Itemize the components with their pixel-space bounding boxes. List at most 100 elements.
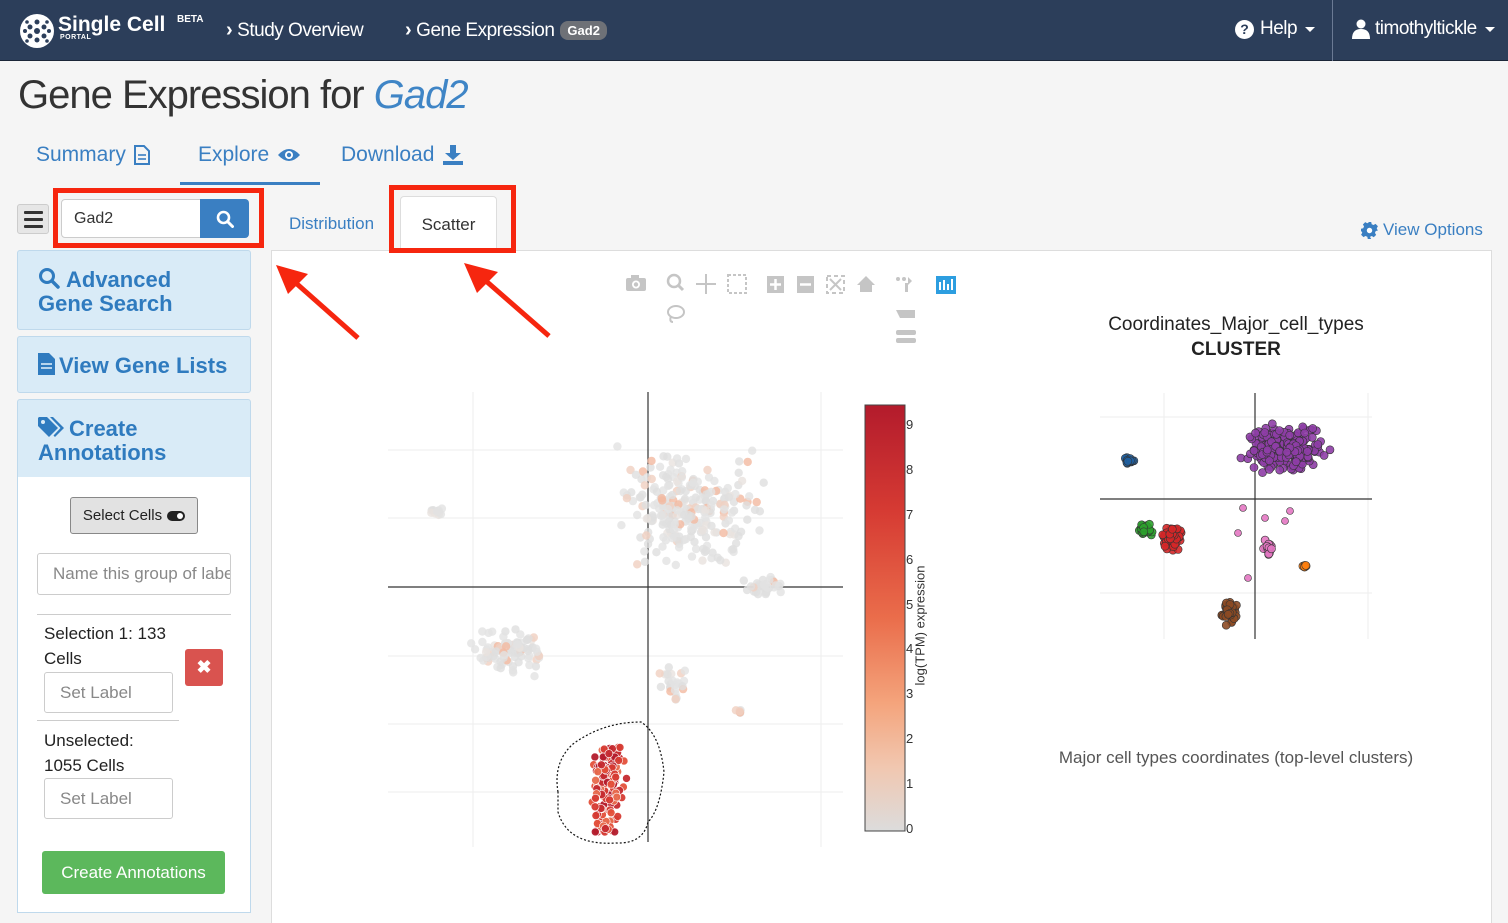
expression-point — [642, 514, 651, 523]
cluster-plot-subtitle: CLUSTER — [1191, 339, 1281, 360]
cluster-scatter-plot[interactable] — [1100, 393, 1372, 639]
tab-download[interactable]: Download — [341, 143, 464, 167]
expression-point — [612, 792, 622, 802]
expression-point — [676, 486, 685, 496]
expression-point — [604, 749, 614, 758]
expression-point — [727, 508, 737, 517]
expression-point — [476, 653, 485, 663]
scatter-tab-highlight-box — [389, 185, 516, 253]
expression-point — [491, 647, 501, 656]
expression-point — [496, 664, 505, 673]
expression-point — [615, 743, 625, 752]
expression-point — [716, 556, 725, 565]
view-options-button[interactable]: View Options — [1361, 220, 1483, 240]
cluster-point — [1260, 428, 1270, 437]
home-icon[interactable] — [857, 276, 875, 292]
selection-1-line-1: Selection 1: 133 — [44, 624, 166, 643]
expression-point — [698, 526, 707, 535]
colorbar-tick-label: 7 — [906, 506, 914, 522]
brand[interactable]: Single Cell PORTAL BETA — [18, 12, 203, 50]
view-gene-lists-panel[interactable]: View Gene Lists — [17, 336, 251, 393]
group-name-input[interactable] — [37, 553, 231, 595]
create-annotations-panel[interactable]: Create Annotations — [17, 399, 251, 478]
expression-point — [658, 542, 667, 551]
toggle-icon — [167, 510, 186, 521]
download-icon — [443, 145, 464, 165]
expression-point — [729, 544, 738, 554]
lasso-icon[interactable] — [667, 305, 685, 323]
selection-1-label-input[interactable] — [44, 672, 173, 713]
cluster-point — [1275, 426, 1284, 435]
expression-point — [622, 494, 632, 503]
unselected-label-input[interactable] — [44, 778, 173, 819]
unselected-line-1: Unselected: — [44, 731, 134, 750]
expression-scatter-plot[interactable] — [388, 392, 848, 847]
expression-point — [750, 505, 760, 515]
expression-point — [605, 795, 614, 805]
breadcrumb-study-overview[interactable]: › Study Overview — [226, 19, 364, 42]
user-menu[interactable]: timothyltickle — [1352, 18, 1495, 40]
autoscale-icon[interactable] — [826, 275, 845, 294]
view-options-label: View Options — [1383, 220, 1483, 239]
expression-point — [703, 465, 712, 475]
box-select-icon[interactable] — [727, 274, 747, 294]
expression-point — [724, 516, 734, 525]
cluster-point — [1223, 610, 1233, 619]
tab-summary[interactable]: Summary — [36, 143, 150, 167]
expression-point — [591, 775, 600, 785]
pan-icon[interactable] — [696, 274, 716, 294]
create-annotations-button[interactable]: Create Annotations — [42, 851, 225, 894]
expression-point — [656, 682, 666, 692]
zoom-icon[interactable] — [666, 273, 685, 292]
hover-closest-icon[interactable] — [896, 277, 912, 292]
breadcrumb-gene-expression[interactable]: › Gene Expression Gad2 — [405, 19, 607, 42]
expression-point — [668, 534, 677, 543]
user-icon — [1352, 19, 1370, 39]
expression-point — [745, 492, 754, 501]
help-menu[interactable]: ? Help — [1235, 18, 1316, 40]
expression-point — [734, 468, 743, 477]
breadcrumb-label: Study Overview — [237, 19, 364, 41]
expression-point — [707, 521, 716, 531]
zoom-in-icon[interactable] — [767, 276, 784, 293]
cluster-point — [1158, 530, 1168, 540]
compare-hover-icon[interactable] — [896, 310, 916, 343]
cluster-point — [1267, 544, 1276, 554]
expression-point — [467, 639, 476, 648]
zoom-out-icon[interactable] — [797, 276, 814, 293]
colorbar — [864, 404, 906, 832]
expression-point — [668, 490, 677, 500]
create-annotations-label-2: Annotations — [38, 440, 167, 465]
navbar-divider — [1332, 0, 1333, 61]
camera-icon[interactable] — [626, 275, 646, 291]
expression-point — [631, 470, 641, 479]
colorbar-tick-label: 2 — [906, 731, 914, 747]
tab-distribution[interactable]: Distribution — [289, 214, 374, 234]
cluster-point — [1244, 574, 1252, 582]
expression-point — [613, 442, 622, 451]
delete-selection-button[interactable]: ✖ — [185, 649, 223, 686]
gear-icon — [1361, 221, 1378, 239]
expression-point — [530, 672, 539, 681]
expression-point — [681, 534, 691, 544]
expression-point — [532, 644, 541, 653]
expression-point — [590, 752, 600, 762]
expression-point — [513, 640, 522, 649]
gene-lists-label: View Gene Lists — [59, 353, 228, 378]
expression-point — [763, 583, 772, 592]
expression-point — [617, 521, 626, 530]
select-cells-label: Select Cells — [82, 507, 163, 524]
expression-point — [671, 560, 680, 570]
cluster-plot-title: Coordinates_Major_cell_types — [1108, 314, 1364, 335]
select-cells-button[interactable]: Select Cells — [70, 497, 198, 534]
expression-point — [755, 526, 764, 535]
tab-explore[interactable]: Explore — [198, 143, 301, 167]
expression-point — [640, 557, 650, 566]
expression-point — [687, 552, 697, 561]
expression-point — [739, 576, 748, 585]
expression-point — [674, 543, 684, 552]
expression-point — [698, 556, 707, 565]
user-name: timothyltickle — [1375, 18, 1477, 39]
advanced-gene-search-panel[interactable]: Advanced Gene Search — [17, 250, 251, 330]
sidebar-toggle-button[interactable] — [17, 204, 49, 234]
